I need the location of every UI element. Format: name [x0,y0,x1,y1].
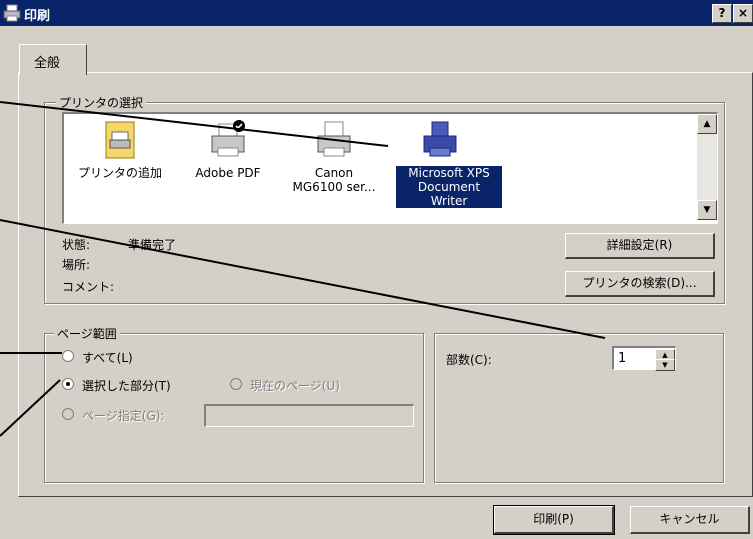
title-bar: 印刷 ? × [0,0,753,26]
printer-blue-icon [423,121,457,157]
radio-all-label: すべて(L) [82,351,133,365]
printer-icon [317,121,351,157]
tab-general-label: 全般 [34,56,61,71]
printer-list[interactable]: プリンタの追加 Adobe PDF Canon MG6100 ser... Mi… [62,112,718,224]
printer-title-icon [3,4,21,22]
pages-input[interactable] [204,404,414,427]
tab-general[interactable]: 全般 [19,44,87,75]
printer-default-icon [211,120,245,157]
find-printer-button[interactable]: プリンタの検索(D)... [565,271,715,297]
radio-current-page[interactable] [230,378,242,390]
printer-item-add[interactable]: プリンタの追加 [70,114,170,222]
details-button[interactable]: 詳細設定(R) [565,233,715,259]
printer-label: Adobe PDF [195,166,261,180]
comment-label: コメント: [62,280,115,294]
printer-label: Canon MG6100 ser... [292,166,376,194]
scroll-down-icon[interactable]: ▼ [697,200,717,220]
help-button[interactable]: ? [712,4,732,23]
radio-pages[interactable] [62,408,74,420]
scroll-up-icon[interactable]: ▲ [697,114,717,134]
page-range-legend: ページ範囲 [54,325,120,342]
print-button[interactable]: 印刷(P) [493,505,615,535]
copies-label: 部数(C): [446,353,492,367]
location-label: 場所: [62,258,91,272]
radio-pages-label: ページ指定(G): [82,409,165,423]
status-value: 準備完了 [128,238,177,252]
window-title: 印刷 [24,9,51,24]
cancel-button[interactable]: キャンセル [630,506,750,534]
printer-item-adobe-pdf[interactable]: Adobe PDF [178,114,278,222]
print-dialog: 印刷 ? × 全般 プリンタの選択 プリンタの追加 Adobe PDF Cano… [0,0,753,539]
close-button[interactable]: × [733,4,753,23]
printer-item-canon[interactable]: Canon MG6100 ser... [284,114,384,222]
spin-down-icon[interactable]: ▼ [655,359,675,371]
printer-group-legend: プリンタの選択 [56,94,147,111]
printer-label: Microsoft XPS Document Writer [396,166,502,208]
printer-item-microsoft-xps[interactable]: Microsoft XPS Document Writer [390,114,502,222]
radio-all[interactable] [62,350,74,362]
radio-selection[interactable] [62,378,74,390]
radio-current-page-label: 現在のページ(U) [250,379,340,393]
radio-selection-label: 選択した部分(T) [82,379,171,393]
add-printer-icon [105,121,135,159]
status-label: 状態: [62,238,91,252]
printer-label: プリンタの追加 [77,166,162,180]
printer-list-scrollbar[interactable]: ▲ ▼ [697,114,717,220]
